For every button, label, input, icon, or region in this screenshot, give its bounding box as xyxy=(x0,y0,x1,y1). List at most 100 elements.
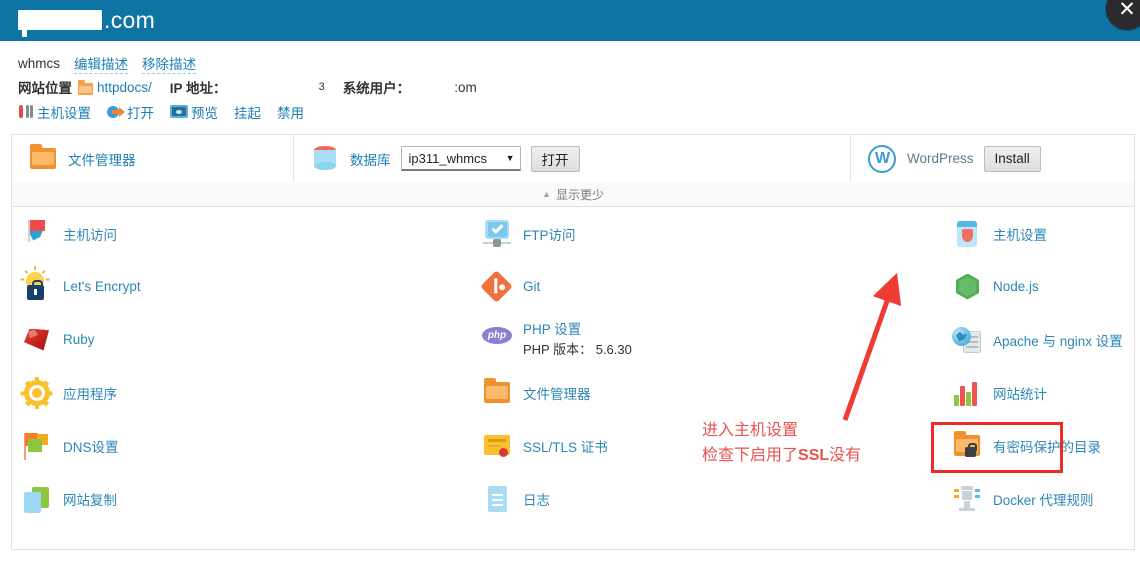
system-user-suffix: :om xyxy=(454,79,477,95)
card-wordpress-label: WordPress xyxy=(907,151,974,166)
tool-lets-encrypt[interactable]: Let's Encrypt xyxy=(20,260,141,313)
tool-file-manager-label: 文件管理器 xyxy=(523,386,591,402)
card-file-manager[interactable]: 文件管理器 xyxy=(12,135,294,182)
tool-web-statistics[interactable]: 网站统计 xyxy=(932,366,1123,419)
database-icon xyxy=(310,144,340,174)
tool-php-settings-label: PHP 设置 xyxy=(523,322,582,337)
toolbar-preview[interactable]: 预览 xyxy=(170,102,218,122)
toolbar-open[interactable]: 打开 xyxy=(107,102,154,122)
tool-hosting-settings-label: 主机设置 xyxy=(993,227,1047,243)
tool-logs-label: 日志 xyxy=(523,492,550,508)
folder-icon xyxy=(482,377,512,408)
certificate-icon xyxy=(482,431,512,461)
wordpress-icon: W xyxy=(867,144,897,174)
description-row: whmcs 编辑描述 移除描述 xyxy=(18,51,1140,75)
tool-git[interactable]: Git xyxy=(480,260,632,313)
toolbar-disable[interactable]: 禁用 xyxy=(277,102,304,122)
tools-column-1: 主机访问 Let's Encrypt Ruby 应用程序 DNS设置 网站复制 xyxy=(20,207,141,525)
tool-ftp-access-label: FTP访问 xyxy=(523,227,576,243)
system-user-label: 系统用户： xyxy=(342,81,411,96)
tool-logs[interactable]: 日志 xyxy=(482,472,632,525)
card-database: 数据库 ip311_whmcs ▼ 打开 xyxy=(294,135,851,182)
tool-lets-encrypt-label: Let's Encrypt xyxy=(63,279,141,294)
ip-address-suffix: 3 xyxy=(318,81,325,93)
folder-icon xyxy=(78,80,93,95)
annotation-line-2-bold: SSL xyxy=(798,447,830,464)
description-label: whmcs xyxy=(18,55,61,71)
tool-website-copying-label: 网站复制 xyxy=(63,492,117,508)
close-icon[interactable]: ✕ xyxy=(1106,0,1140,30)
tool-git-label: Git xyxy=(523,279,541,294)
lets-encrypt-lock-icon xyxy=(20,265,52,302)
tools-column-2: FTP访问 Git php PHP 设置 PHP 版本： 5.6.30 文件管理… xyxy=(480,207,632,525)
wordpress-install-button[interactable]: Install xyxy=(983,145,1041,172)
preview-monitor-icon xyxy=(170,105,188,119)
remove-description-link[interactable]: 移除描述 xyxy=(142,53,197,74)
tool-password-protected-directories-label: 有密码保护的目录 xyxy=(993,439,1101,455)
ip-address-label: IP 地址： xyxy=(169,81,227,96)
annotation-line-2: 检查下启用了SSL没有 xyxy=(702,443,861,468)
quick-access-cards: 文件管理器 数据库 ip311_whmcs ▼ 打开 W WordPress I… xyxy=(11,134,1135,182)
ruby-gem-icon xyxy=(22,325,52,355)
annotation-line-2-prefix: 检查下启用了 xyxy=(702,447,799,464)
show-less-label: 显示更少 xyxy=(555,187,604,202)
globe-flag-icon xyxy=(22,219,52,249)
tool-docker-proxy-rules[interactable]: Docker 代理规则 xyxy=(932,472,1123,525)
wrench-tools-icon xyxy=(18,104,34,120)
site-location-label: 网站位置 xyxy=(18,81,72,96)
tool-ruby[interactable]: Ruby xyxy=(22,313,141,366)
database-open-button[interactable]: 打开 xyxy=(530,145,580,172)
location-row: 网站位置 httpdocs/ IP 地址： 3 系统用户： :om xyxy=(18,75,1140,99)
tool-php-settings[interactable]: php PHP 设置 PHP 版本： 5.6.30 xyxy=(482,313,632,366)
tool-website-copying[interactable]: 网站复制 xyxy=(22,472,141,525)
tool-ruby-label: Ruby xyxy=(63,332,95,347)
domain-title: .com xyxy=(18,7,156,37)
show-less-toggle[interactable]: ▲ 显示更少 xyxy=(11,182,1135,207)
domain-tld: .com xyxy=(104,7,156,33)
ip-address-redacted xyxy=(226,80,319,94)
gear-icon xyxy=(20,376,53,409)
page-header: .com ✕ xyxy=(0,0,1140,41)
plesk-domain-overview-page: .com ✕ whmcs 编辑描述 移除描述 网站位置 httpdocs/ IP… xyxy=(0,0,1140,575)
tool-web-statistics-label: 网站统计 xyxy=(993,386,1047,402)
site-location-value[interactable]: httpdocs/ xyxy=(97,80,152,95)
copy-pages-icon xyxy=(22,484,52,514)
tool-password-protected-directories[interactable]: 有密码保护的目录 xyxy=(932,419,1123,472)
tool-nodejs-label: Node.js xyxy=(993,279,1039,294)
bar-chart-icon xyxy=(952,378,982,408)
toolbar-preview-label: 预览 xyxy=(191,106,218,121)
tool-hosting-access[interactable]: 主机访问 xyxy=(22,207,141,260)
database-select[interactable]: ip311_whmcs ▼ xyxy=(400,146,521,171)
tool-ssl-tls-certificates[interactable]: SSL/TLS 证书 xyxy=(482,419,632,472)
tool-dns-settings[interactable]: DNS设置 xyxy=(22,419,141,472)
hosting-settings-icon xyxy=(952,219,982,249)
chevron-down-icon: ▼ xyxy=(505,153,515,163)
toolbar-hosting-settings[interactable]: 主机设置 xyxy=(18,102,91,122)
php-version-value: PHP 版本： 5.6.30 xyxy=(523,342,632,357)
apache-nginx-server-icon xyxy=(952,325,982,355)
domain-toolbar: 主机设置 打开 预览 挂起 禁用 xyxy=(18,102,1140,122)
database-select-value: ip311_whmcs xyxy=(408,150,488,166)
card-database-label: 数据库 xyxy=(350,152,391,168)
tool-dns-settings-label: DNS设置 xyxy=(63,439,119,455)
tools-grid-panel: 主机访问 Let's Encrypt Ruby 应用程序 DNS设置 网站复制 … xyxy=(11,207,1135,550)
dns-flags-icon xyxy=(22,431,52,461)
annotation-line-2-suffix: 没有 xyxy=(829,447,862,464)
domain-name-redacted xyxy=(18,9,102,37)
tool-docker-proxy-rules-label: Docker 代理规则 xyxy=(993,492,1094,508)
tools-column-3: 主机设置 Node.js Apache 与 nginx 设置 网站统计 有密码保… xyxy=(932,207,1123,525)
tool-file-manager[interactable]: 文件管理器 xyxy=(482,366,632,419)
tool-apache-nginx-settings[interactable]: Apache 与 nginx 设置 xyxy=(932,313,1123,366)
tool-hosting-access-label: 主机访问 xyxy=(63,227,117,243)
tool-apache-nginx-settings-label: Apache 与 nginx 设置 xyxy=(993,333,1123,349)
log-document-icon xyxy=(482,484,512,514)
git-diamond-icon xyxy=(480,269,513,303)
annotation-line-1: 进入主机设置 xyxy=(702,422,799,439)
tool-nodejs[interactable]: Node.js xyxy=(932,260,1123,313)
system-user-redacted xyxy=(410,80,455,94)
tool-applications[interactable]: 应用程序 xyxy=(20,366,141,419)
tool-ftp-access[interactable]: FTP访问 xyxy=(482,207,632,260)
edit-description-link[interactable]: 编辑描述 xyxy=(74,53,129,74)
toolbar-suspend[interactable]: 挂起 xyxy=(234,102,261,122)
tool-hosting-settings[interactable]: 主机设置 xyxy=(932,207,1123,260)
